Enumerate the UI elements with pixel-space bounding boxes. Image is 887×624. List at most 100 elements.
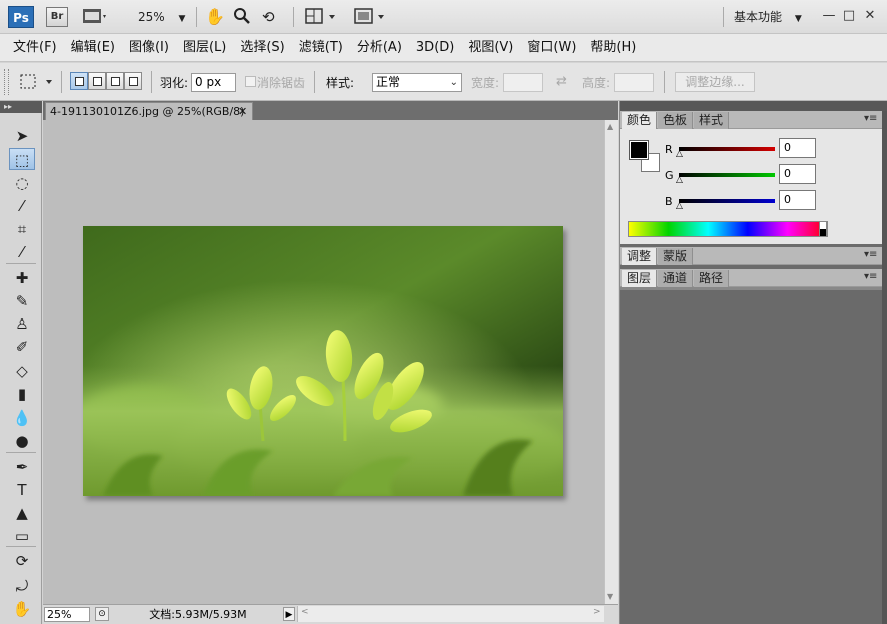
tab-layers[interactable]: 图层 bbox=[622, 270, 658, 287]
hand-icon[interactable]: ✋ bbox=[205, 7, 225, 27]
menu-analysis[interactable]: 分析(A) bbox=[350, 34, 409, 62]
tool-preset-picker[interactable] bbox=[18, 72, 58, 95]
tab-swatches[interactable]: 色板 bbox=[658, 112, 694, 129]
green-slider-thumb-icon[interactable]: △ bbox=[676, 175, 683, 185]
history-brush-tool-icon[interactable]: ✐ bbox=[9, 336, 35, 358]
blue-channel-slider[interactable] bbox=[679, 199, 775, 203]
green-channel-slider[interactable] bbox=[679, 173, 775, 177]
eraser-tool-icon[interactable]: ◇ bbox=[9, 360, 35, 382]
screen-mode-icon bbox=[354, 8, 384, 24]
red-channel-input[interactable]: 0 bbox=[779, 138, 816, 158]
rotate-view-icon[interactable]: ⟲ bbox=[262, 7, 275, 27]
menu-edit[interactable]: 编辑(E) bbox=[64, 34, 122, 62]
clone-stamp-tool-icon[interactable]: ♙ bbox=[9, 313, 35, 335]
foreground-color-swatch[interactable] bbox=[629, 140, 649, 160]
pen-tool-icon[interactable]: ✒ bbox=[9, 456, 35, 478]
marquee-tool-icon[interactable]: ⬚ bbox=[9, 148, 35, 170]
gradient-tool-icon[interactable]: ▮ bbox=[9, 383, 35, 405]
dodge-tool-icon[interactable]: ● bbox=[9, 430, 35, 452]
menu-select[interactable]: 选择(S) bbox=[233, 34, 291, 62]
photoshop-logo: Ps bbox=[8, 6, 34, 28]
document-size-info: 文档:5.93M/5.93M bbox=[149, 608, 247, 621]
eyedropper-tool-icon[interactable]: ⁄ bbox=[9, 241, 35, 263]
status-zoom-field[interactable]: 25% bbox=[44, 607, 90, 622]
magic-wand-tool-icon[interactable]: ⁄ bbox=[9, 195, 35, 217]
maximize-button[interactable]: □ bbox=[840, 7, 858, 25]
menu-filter[interactable]: 滤镜(T) bbox=[292, 34, 350, 62]
tab-channels[interactable]: 通道 bbox=[658, 270, 694, 287]
menu-image[interactable]: 图像(I) bbox=[122, 34, 176, 62]
red-slider-thumb-icon[interactable]: △ bbox=[676, 149, 683, 159]
menu-file[interactable]: 文件(F) bbox=[6, 34, 64, 62]
lasso-tool-icon[interactable]: ◌ bbox=[9, 172, 35, 194]
3d-orbit-tool-icon[interactable]: ⤾ bbox=[9, 575, 35, 597]
type-tool-icon[interactable]: T bbox=[9, 479, 35, 501]
menu-view[interactable]: 视图(V) bbox=[461, 34, 520, 62]
menu-window[interactable]: 窗口(W) bbox=[520, 34, 583, 62]
layers-panel-body[interactable] bbox=[620, 290, 882, 624]
red-channel-slider[interactable] bbox=[679, 147, 775, 151]
crop-tool-icon[interactable]: ⌗ bbox=[9, 218, 35, 240]
view-extras-button[interactable] bbox=[82, 7, 108, 27]
color-panel-tabs: 颜色 色板 样式 ▾≡ bbox=[620, 111, 882, 129]
zoom-icon[interactable] bbox=[233, 7, 251, 27]
menu-help[interactable]: 帮助(H) bbox=[583, 34, 643, 62]
intersect-selection-mode-button[interactable] bbox=[124, 72, 142, 90]
color-spectrum-bar[interactable] bbox=[628, 221, 828, 237]
black-white-ramp[interactable] bbox=[819, 221, 827, 237]
path-selection-tool-icon[interactable]: ▲ bbox=[9, 502, 35, 524]
healing-brush-tool-icon[interactable]: ✚ bbox=[9, 267, 35, 289]
status-menu-arrow[interactable]: ▶ bbox=[283, 607, 295, 621]
panel-dock-header[interactable] bbox=[620, 101, 887, 111]
scroll-down-icon[interactable]: ▼ bbox=[607, 592, 613, 601]
status-preview-icon[interactable]: ⊙ bbox=[95, 607, 109, 621]
style-select[interactable]: 正常 ⌄ bbox=[372, 73, 462, 92]
add-to-selection-mode-button[interactable] bbox=[88, 72, 106, 90]
panel-menu-icon[interactable]: ▾≡ bbox=[864, 271, 877, 282]
blue-channel-input[interactable]: 0 bbox=[779, 190, 816, 210]
menu-layer[interactable]: 图层(L) bbox=[176, 34, 233, 62]
tab-styles[interactable]: 样式 bbox=[694, 112, 730, 129]
options-bar-grip[interactable] bbox=[4, 69, 9, 95]
blur-tool-icon[interactable]: 💧 bbox=[9, 407, 35, 429]
refine-edge-button[interactable]: 调整边缘... bbox=[675, 72, 755, 92]
scroll-up-icon[interactable]: ▲ bbox=[607, 122, 613, 131]
close-button[interactable]: ✕ bbox=[861, 7, 879, 25]
screen-mode-button[interactable] bbox=[354, 7, 388, 27]
horizontal-scrollbar[interactable]: < > bbox=[297, 606, 604, 622]
green-channel-input[interactable]: 0 bbox=[779, 164, 816, 184]
brush-tool-icon[interactable]: ✎ bbox=[9, 290, 35, 312]
blue-slider-thumb-icon[interactable]: △ bbox=[676, 201, 683, 211]
layers-panel-tabs: 图层 通道 路径 ▾≡ bbox=[620, 269, 882, 287]
3d-rotate-tool-icon[interactable]: ⟳ bbox=[9, 550, 35, 572]
feather-input[interactable]: 0 px bbox=[191, 73, 236, 92]
panel-menu-icon[interactable]: ▾≡ bbox=[864, 113, 877, 124]
close-icon[interactable]: ✕ bbox=[238, 103, 247, 120]
tab-adjustments[interactable]: 调整 bbox=[622, 248, 658, 265]
hand-tool-icon[interactable]: ✋ bbox=[9, 598, 35, 620]
new-selection-mode-button[interactable] bbox=[70, 72, 88, 90]
toolbox-collapse-icon[interactable]: ▸▸ bbox=[0, 101, 42, 113]
minimize-button[interactable]: — bbox=[820, 7, 838, 25]
document-tab[interactable]: 4-191130101Z6.jpg @ 25%(RGB/8) ✕ bbox=[45, 102, 253, 120]
scroll-left-icon[interactable]: < bbox=[301, 607, 309, 617]
arrange-documents-button[interactable] bbox=[305, 7, 339, 27]
move-tool-icon[interactable]: ➤ bbox=[9, 125, 35, 147]
panel-dock-scrollbar[interactable] bbox=[882, 111, 887, 624]
panel-menu-icon[interactable]: ▾≡ bbox=[864, 249, 877, 260]
swap-dimensions-icon[interactable]: ⇄ bbox=[556, 74, 567, 89]
tab-masks[interactable]: 蒙版 bbox=[658, 248, 694, 265]
scroll-right-icon[interactable]: > bbox=[593, 607, 601, 617]
subtract-from-selection-mode-button[interactable] bbox=[106, 72, 124, 90]
menu-3d[interactable]: 3D(D) bbox=[409, 34, 461, 62]
bridge-launch-button[interactable]: Br bbox=[46, 7, 68, 27]
height-input[interactable] bbox=[614, 73, 654, 92]
anti-alias-checkbox[interactable] bbox=[245, 76, 256, 87]
vertical-scrollbar[interactable]: ▲ ▼ bbox=[604, 120, 618, 604]
width-input[interactable] bbox=[503, 73, 543, 92]
shape-tool-icon[interactable]: ▭ bbox=[9, 525, 35, 547]
zoom-level-dropdown[interactable]: 25% ▼ bbox=[138, 7, 185, 27]
workspace-switcher[interactable]: 基本功能 ▼ bbox=[734, 7, 802, 27]
tab-color[interactable]: 颜色 bbox=[622, 112, 658, 129]
tab-paths[interactable]: 路径 bbox=[694, 270, 730, 287]
